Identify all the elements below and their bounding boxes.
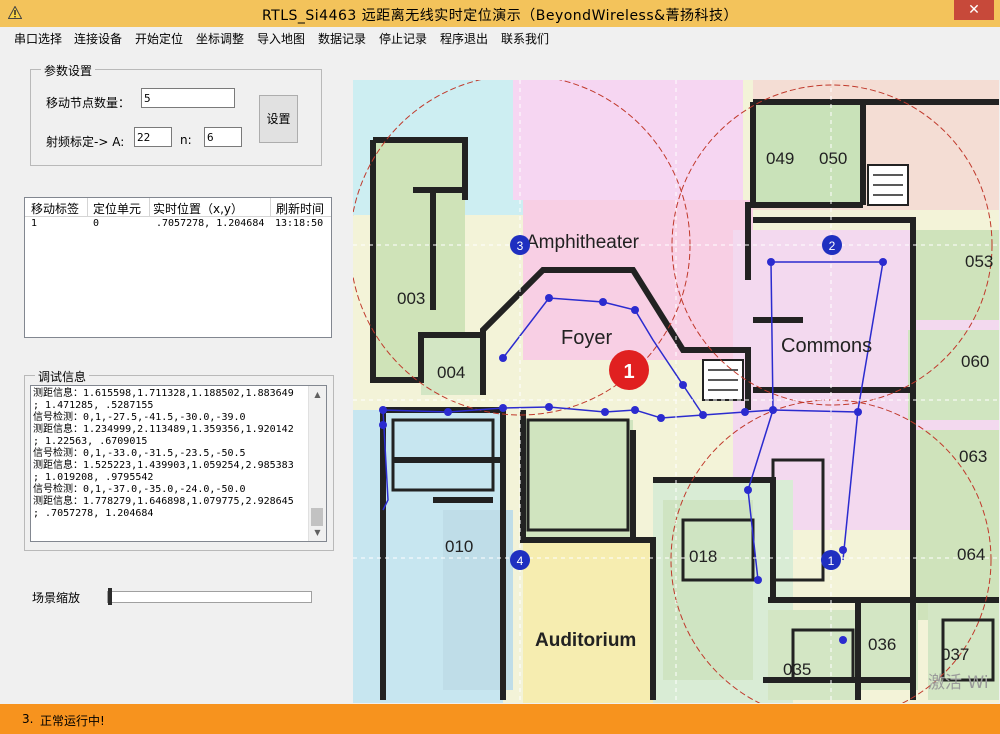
scroll-up-arrow-icon[interactable]: ▲	[309, 386, 326, 403]
anchor-label: 2	[829, 239, 836, 253]
room-label: 050	[819, 149, 847, 168]
menu-serial-select[interactable]: 串口选择	[14, 30, 62, 47]
node-count-input[interactable]: 5	[141, 88, 235, 108]
debug-line: ; 1.22563, .6709015	[33, 436, 148, 447]
menu-start-locate[interactable]: 开始定位	[135, 30, 183, 47]
tag-list-header: 移动标签 定位单元 实时位置（x,y） 刷新时间	[25, 198, 331, 217]
zoom-slider-track[interactable]	[107, 591, 312, 603]
area-label: Auditorium	[535, 630, 636, 651]
col-divider[interactable]	[149, 198, 150, 216]
params-group-title: 参数设置	[41, 62, 96, 79]
menu-stop-record[interactable]: 停止记录	[379, 30, 427, 47]
debug-textarea[interactable]: 测距信息：1.615598,1.711328,1.188502,1.883649…	[30, 385, 327, 542]
menu-connect-device[interactable]: 连接设备	[74, 30, 122, 47]
menu-contact-us[interactable]: 联系我们	[501, 30, 549, 47]
tag-label: 1	[623, 361, 634, 383]
area-label: Foyer	[561, 327, 612, 349]
col-unit[interactable]: 定位单元	[93, 200, 141, 217]
floor-plan-svg: 049 050 053 003 004 060 063 010 018 064 …	[353, 80, 999, 703]
anchor-label: 4	[517, 554, 524, 568]
col-divider[interactable]	[87, 198, 88, 216]
row-position-cell[interactable]: .7057278, 1.204684	[156, 218, 264, 229]
room-label: 064	[957, 545, 985, 564]
row-tag-cell[interactable]: 1	[31, 218, 37, 229]
area-label: Commons	[781, 335, 872, 357]
rf-calibration-label: 射频标定-> A:	[46, 135, 125, 149]
room-label: 037	[941, 645, 969, 664]
debug-line: 测距信息：1.778279,1.646898,1.079775,2.928645	[33, 496, 294, 507]
n-value-input[interactable]: 6	[204, 127, 242, 147]
debug-line: ; .7057278, 1.204684	[33, 508, 154, 519]
row-time-cell[interactable]: 13:18:50	[275, 218, 323, 229]
status-bar: 3. 正常运行中!	[0, 704, 1000, 734]
zoom-label: 场景缩放	[32, 591, 81, 605]
room-label: 010	[445, 537, 473, 556]
debug-line: 测距信息：1.525223,1.439903,1.059254,2.985383	[33, 460, 294, 471]
area-label: Amphitheater	[526, 232, 640, 253]
node-count-label: 移动节点数量：	[46, 96, 131, 110]
debug-line: 测距信息：1.615598,1.711328,1.188502,1.883649	[33, 388, 294, 399]
debug-scrollbar[interactable]: ▲ ▼	[308, 386, 326, 541]
debug-line: 信号检测：0,1,-33.0,-31.5,-23.5,-50.5	[33, 448, 246, 459]
room-label: 060	[961, 352, 989, 371]
room-label: 018	[689, 547, 717, 566]
room-label: 049	[766, 149, 794, 168]
room-label: 004	[437, 363, 465, 382]
window-title: RTLS_Si4463 远距离无线实时定位演示（BeyondWireless&菁…	[261, 8, 739, 24]
anchor-4-marker[interactable]: 4	[510, 550, 530, 570]
status-message: 正常运行中!	[40, 714, 105, 728]
menu-import-map[interactable]: 导入地图	[257, 30, 305, 47]
debug-line: 信号检测：0,1,-37.0,-35.0,-24.0,-50.0	[33, 484, 246, 495]
room-label: 035	[783, 660, 811, 679]
anchor-label: 1	[828, 554, 835, 568]
room-label: 053	[965, 252, 993, 271]
n-label: n:	[180, 133, 192, 147]
scroll-down-arrow-icon[interactable]: ▼	[309, 524, 326, 541]
mobile-tag-marker[interactable]: 1	[609, 350, 649, 390]
debug-line: ; 1.471285, .5287155	[33, 400, 154, 411]
anchor-2-marker[interactable]: 2	[822, 235, 842, 255]
anchor-3-marker[interactable]: 3	[510, 235, 530, 255]
tag-list[interactable]: 移动标签 定位单元 实时位置（x,y） 刷新时间 1 0 .7057278, 1…	[24, 197, 332, 338]
debug-line: 信号检测：0,1,-27.5,-41.5,-30.0,-39.0	[33, 412, 246, 423]
debug-line: ; 1.019208, .9795542	[33, 472, 154, 483]
anchor-1-marker[interactable]: 1	[821, 550, 841, 570]
a-value-input[interactable]: 22	[134, 127, 172, 147]
floor-map[interactable]: 049 050 053 003 004 060 063 010 018 064 …	[353, 80, 999, 703]
room-label: 063	[959, 447, 987, 466]
anchor-label: 3	[517, 239, 524, 253]
debug-log: 测距信息：1.615598,1.711328,1.188502,1.883649…	[33, 388, 305, 520]
zoom-slider-thumb[interactable]	[108, 588, 112, 605]
debug-group-title: 调试信息	[35, 368, 90, 385]
col-position[interactable]: 实时位置（x,y）	[153, 200, 243, 217]
close-button[interactable]: ✕	[954, 0, 994, 20]
room-label: 003	[397, 289, 425, 308]
col-tag[interactable]: 移动标签	[31, 200, 79, 217]
room-label: 036	[868, 635, 896, 654]
menu-exit[interactable]: 程序退出	[440, 30, 488, 47]
activation-watermark: 激活 Wi	[928, 673, 989, 693]
col-divider[interactable]	[270, 198, 271, 216]
menu-adjust-coords[interactable]: 坐标调整	[196, 30, 244, 47]
menu-bar: 串口选择 连接设备 开始定位 坐标调整 导入地图 数据记录 停止记录 程序退出 …	[0, 27, 1000, 49]
set-button[interactable]: 设置	[259, 95, 298, 143]
col-refresh-time[interactable]: 刷新时间	[276, 200, 324, 217]
row-unit-cell[interactable]: 0	[93, 218, 99, 229]
menu-record-data[interactable]: 数据记录	[318, 30, 366, 47]
debug-line: 测距信息：1.234999,2.113489,1.359356,1.920142	[33, 424, 294, 435]
title-bar: RTLS_Si4463 远距离无线实时定位演示（BeyondWireless&菁…	[0, 0, 1000, 27]
status-index: 3.	[22, 712, 34, 726]
